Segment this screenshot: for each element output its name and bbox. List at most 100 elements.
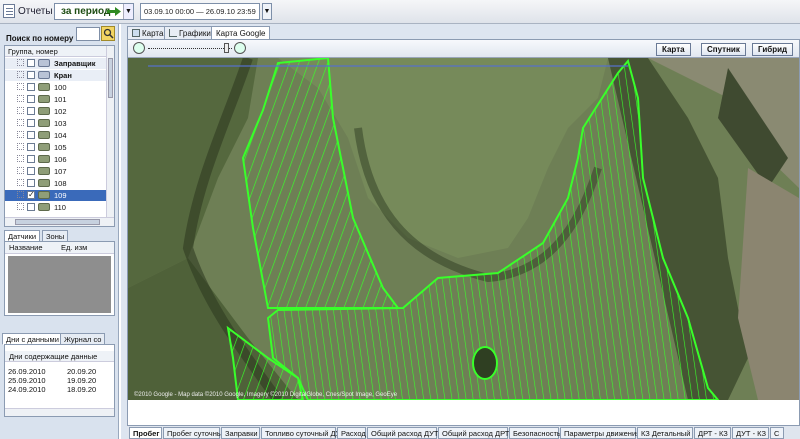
checkbox[interactable] [27, 95, 35, 103]
expander-icon[interactable] [17, 95, 24, 102]
expander-icon[interactable] [17, 191, 24, 198]
tree-item-label: 101 [54, 95, 67, 104]
tree-vehicle-item[interactable]: 104 [5, 130, 107, 141]
vehicle-icon [38, 95, 50, 103]
expander-icon[interactable] [17, 59, 24, 66]
period-label: за период [61, 6, 111, 17]
chevron-down-icon[interactable]: ▼ [123, 4, 133, 19]
report-tab[interactable]: С [770, 427, 784, 439]
report-tab[interactable]: КЗ Детальный [637, 427, 693, 439]
checkbox[interactable] [27, 179, 35, 187]
vehicle-icon [38, 179, 50, 187]
expander-icon[interactable] [17, 143, 24, 150]
top-toolbar: Отчеты за период ▼ 03.09.10 00:00 — 26.0… [0, 0, 800, 24]
report-tab[interactable]: Общий расход ДУТ [367, 427, 439, 439]
checkbox[interactable] [27, 155, 35, 163]
tree-item-label: 106 [54, 155, 67, 164]
tree-vertical-scrollbar[interactable] [106, 46, 114, 218]
report-tab[interactable]: Пробег суточный [163, 427, 226, 439]
expander-icon[interactable] [17, 155, 24, 162]
vehicle-icon [38, 119, 50, 127]
tree-item-label: 110 [54, 203, 66, 212]
tab-map[interactable]: Карта [127, 26, 169, 40]
arrow-right-icon [107, 7, 121, 16]
checkbox[interactable] [27, 83, 35, 91]
checkbox[interactable] [27, 203, 35, 211]
vehicle-icon [38, 107, 50, 115]
zoom-in-icon[interactable] [234, 42, 246, 54]
expander-icon[interactable] [17, 107, 24, 114]
satellite-map[interactable]: ©2010 Google - Map data ©2010 Google, Im… [128, 58, 799, 400]
map-icon [132, 29, 140, 37]
map-toolbar: Карта Спутник Гибрид [128, 40, 799, 58]
expander-icon[interactable] [17, 83, 24, 90]
search-input[interactable] [76, 27, 100, 41]
tree-item-label: 102 [54, 107, 67, 116]
report-tabs: Пробег Пробег суточный Заправки Топливо сут… [127, 425, 800, 439]
vehicle-icon [38, 167, 50, 175]
tree-vehicle-item[interactable]: 102 [5, 106, 107, 117]
tree-horizontal-scrollbar[interactable] [5, 217, 114, 226]
tree-group-item[interactable]: Кран [5, 70, 107, 81]
checkbox[interactable] [27, 189, 35, 200]
checkbox[interactable] [27, 119, 35, 127]
expander-icon[interactable] [17, 167, 24, 174]
period-dropdown[interactable]: за период ▼ [54, 3, 134, 20]
tree-group-item[interactable]: Заправщик [5, 58, 107, 69]
checkbox[interactable] [27, 143, 35, 151]
checkbox[interactable] [27, 71, 35, 79]
zoom-slider-track[interactable] [148, 48, 232, 50]
report-tab[interactable]: Пробег [129, 427, 162, 439]
report-tab[interactable]: Общий расход ДРТ [438, 427, 509, 439]
search-button[interactable] [101, 26, 115, 41]
tab-google-map[interactable]: Карта Google [211, 26, 271, 40]
report-tab[interactable]: Расход [337, 427, 366, 439]
map-type-hybrid-button[interactable]: Гибрид [752, 43, 794, 56]
checkbox[interactable] [27, 131, 35, 139]
expander-icon[interactable] [17, 119, 24, 126]
tab-charts-label: Графики [179, 29, 211, 38]
report-tab[interactable]: Параметры движения [560, 427, 640, 439]
tree-vehicle-item[interactable]: 106 [5, 154, 107, 165]
map-type-map-button[interactable]: Карта [656, 43, 691, 56]
tree-vehicle-item[interactable]: 109 [5, 189, 107, 201]
checkbox[interactable] [27, 59, 35, 67]
group-icon [38, 71, 50, 79]
reports-button[interactable]: Отчеты [18, 6, 53, 17]
checkbox[interactable] [27, 107, 35, 115]
column-unit: Ед. изм [61, 243, 88, 252]
days-row[interactable]: 24.09.2010 18.09.20 [8, 385, 112, 395]
tree-vehicle-item[interactable]: 105 [5, 142, 107, 153]
expander-icon[interactable] [17, 131, 24, 138]
expander-icon[interactable] [17, 71, 24, 78]
report-tab[interactable]: Безопасность [509, 427, 561, 439]
tree-item-label: 107 [54, 167, 67, 176]
report-tab[interactable]: ДРТ - КЗ [694, 427, 731, 439]
tab-charts[interactable]: Графики [164, 26, 216, 40]
vehicle-icon [38, 143, 50, 151]
report-tab[interactable]: ДУТ - КЗ [732, 427, 769, 439]
tree-vehicle-item[interactable]: 103 [5, 118, 107, 129]
expander-icon[interactable] [17, 179, 24, 186]
tree-vehicle-item[interactable]: 101 [5, 94, 107, 105]
map-type-satellite-button[interactable]: Спутник [701, 43, 746, 56]
vehicle-icon [38, 191, 50, 199]
days-header: Дни содержащие данные [5, 351, 114, 362]
reports-icon[interactable] [3, 4, 15, 18]
expander-icon[interactable] [17, 203, 24, 210]
tree-vehicle-item[interactable]: 107 [5, 166, 107, 177]
zoom-slider-handle[interactable] [224, 43, 229, 53]
tree-vehicle-item[interactable]: 108 [5, 178, 107, 189]
date-range-dropdown-icon[interactable]: ▼ [262, 3, 272, 20]
tree-item-label: 100 [54, 83, 67, 92]
tree-vehicle-item[interactable]: 100 [5, 82, 107, 93]
tree-vehicle-item[interactable]: 110 [5, 202, 107, 213]
zoom-out-icon[interactable] [133, 42, 145, 54]
checkbox[interactable] [27, 167, 35, 175]
days-horizontal-scrollbar[interactable] [5, 408, 114, 416]
report-tab[interactable]: Заправки [221, 427, 260, 439]
report-tab[interactable]: Топливо суточный ДУТ [261, 427, 345, 439]
tree-item-label: Кран [54, 71, 72, 80]
sensors-list-area [8, 256, 111, 313]
date-range-field[interactable]: 03.09.10 00:00 — 26.09.10 23:59 [140, 3, 260, 20]
